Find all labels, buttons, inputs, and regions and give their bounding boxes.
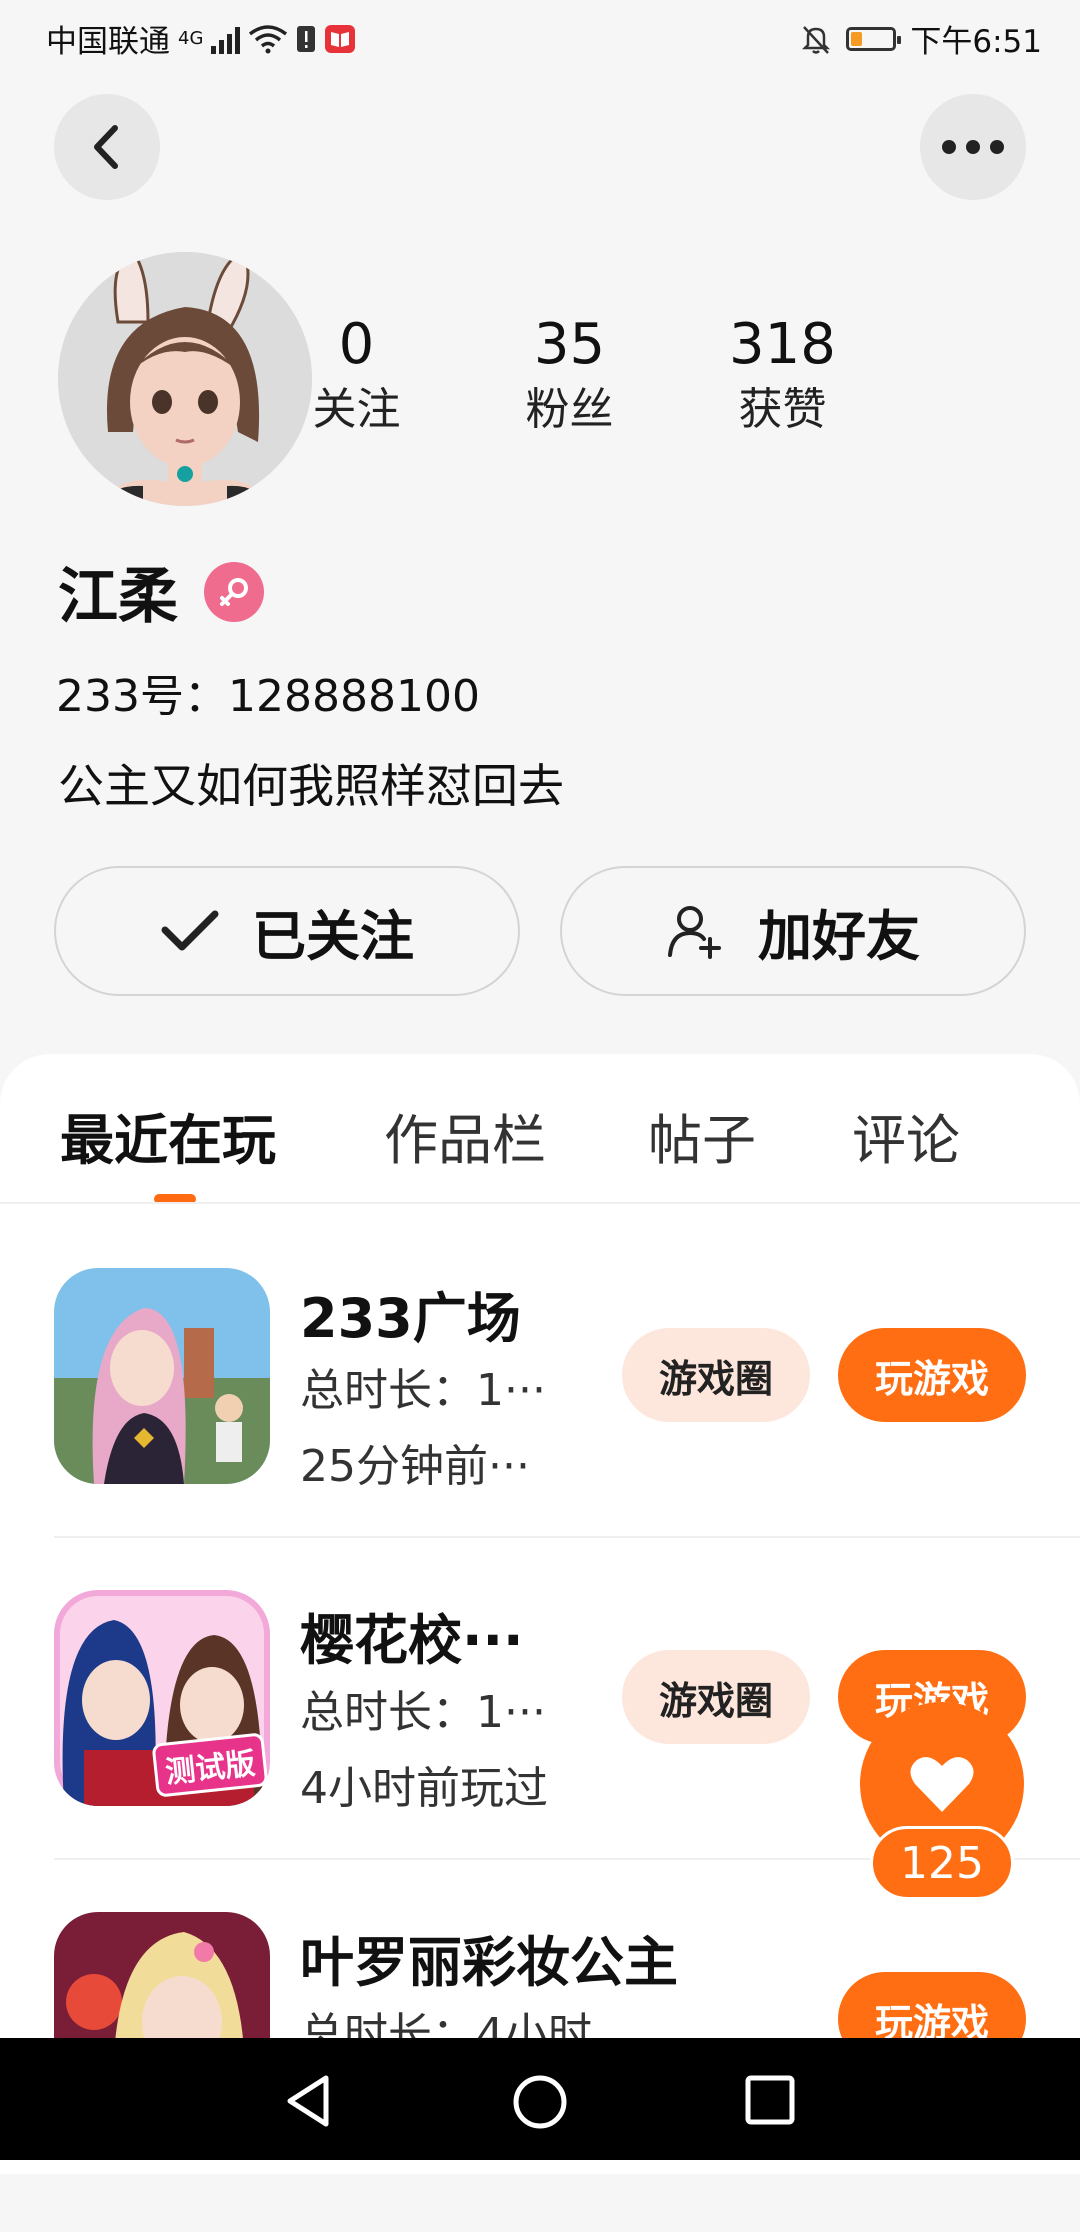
network-type: 4G [178, 28, 204, 49]
nav-back-icon[interactable] [284, 2074, 334, 2128]
stat-value: 318 [729, 312, 836, 377]
stat-label: 获赞 [738, 384, 827, 435]
stat-label: 关注 [312, 384, 401, 435]
user-id-label: 233号： [56, 671, 228, 722]
tab-works[interactable]: 作品栏 [384, 1096, 546, 1175]
nav-home-icon[interactable] [512, 2074, 568, 2130]
game-last-played: 4小时前玩过 [300, 1763, 548, 1814]
game-title: 叶罗丽彩妆公主 [300, 1931, 678, 1994]
sim-alert-icon [297, 25, 316, 52]
game-duration: 总时长：1··· [300, 1687, 546, 1738]
chevron-left-icon [94, 125, 118, 169]
back-button[interactable] [54, 94, 160, 200]
game-icon-sakura[interactable]: 测试版 [54, 1590, 270, 1806]
wifi-icon [249, 24, 288, 53]
system-nav-bar [0, 2038, 1080, 2160]
following-button[interactable]: 已关注 [54, 866, 520, 996]
stat-following[interactable]: 0 关注 [250, 310, 463, 440]
like-count: 125 [870, 1826, 1014, 1900]
user-id-value: 128888100 [227, 671, 480, 722]
more-button[interactable] [920, 94, 1026, 200]
user-name: 江柔 [58, 562, 178, 632]
stat-label: 粉丝 [525, 384, 614, 435]
stat-likes[interactable]: 318 获赞 [676, 310, 889, 440]
game-icon-233[interactable] [54, 1268, 270, 1484]
user-bio: 公主又如何我照样怼回去 [58, 759, 564, 813]
game-title: 樱花校··· [300, 1609, 524, 1672]
check-icon [161, 910, 219, 951]
tab-bar: 最近在玩 作品栏 帖子 评论 [0, 1096, 1080, 1186]
status-right: 下午6:51 [800, 16, 1042, 61]
clock: 下午6:51 [910, 24, 1042, 60]
stat-value: 0 [338, 312, 375, 377]
content-panel: 最近在玩 作品栏 帖子 评论 233广场 总时长：1··· 25分钟前··· 游… [0, 1054, 1080, 2174]
tab-comments[interactable]: 评论 [852, 1096, 960, 1175]
game-title: 233广场 [300, 1287, 521, 1350]
status-left: 中国联通 4G [46, 16, 356, 61]
game-circle-button[interactable]: 游戏圈 [622, 1328, 810, 1422]
book-app-icon [325, 24, 356, 53]
tab-recently-played[interactable]: 最近在玩 [60, 1096, 276, 1175]
stat-followers[interactable]: 35 粉丝 [463, 310, 676, 440]
following-label: 已关注 [252, 904, 414, 968]
tab-posts[interactable]: 帖子 [648, 1096, 756, 1175]
signal-icon [211, 24, 241, 54]
carrier-name: 中国联通 [46, 24, 170, 60]
mute-bell-icon [802, 25, 831, 54]
profile-stats: 0 关注 35 粉丝 318 获赞 [300, 310, 940, 440]
nav-recents-icon[interactable] [744, 2074, 796, 2126]
more-dots-icon [942, 140, 1004, 154]
female-icon [204, 561, 264, 622]
user-id-line: 233号：128888100 [56, 660, 480, 724]
game-duration: 总时长：1··· [300, 1365, 546, 1416]
play-game-button[interactable]: 玩游戏 [838, 1328, 1026, 1422]
game-circle-button[interactable]: 游戏圈 [622, 1650, 810, 1744]
row-divider [54, 1536, 1080, 1538]
add-user-icon [668, 906, 721, 959]
add-friend-button[interactable]: 加好友 [560, 866, 1026, 996]
battery-icon [846, 26, 902, 51]
heart-icon [910, 1757, 974, 1812]
name-row: 江柔 [58, 548, 264, 635]
tabs-divider [0, 1202, 1080, 1204]
add-friend-label: 加好友 [758, 904, 920, 968]
game-last-played: 25分钟前··· [300, 1441, 530, 1492]
stat-value: 35 [533, 312, 606, 377]
status-bar: 中国联通 4G 下午6:51 [0, 0, 1080, 76]
battery-level [851, 31, 863, 46]
game-row[interactable]: 233广场 总时长：1··· 25分钟前··· 游戏圈 玩游戏 [0, 1268, 1080, 1588]
